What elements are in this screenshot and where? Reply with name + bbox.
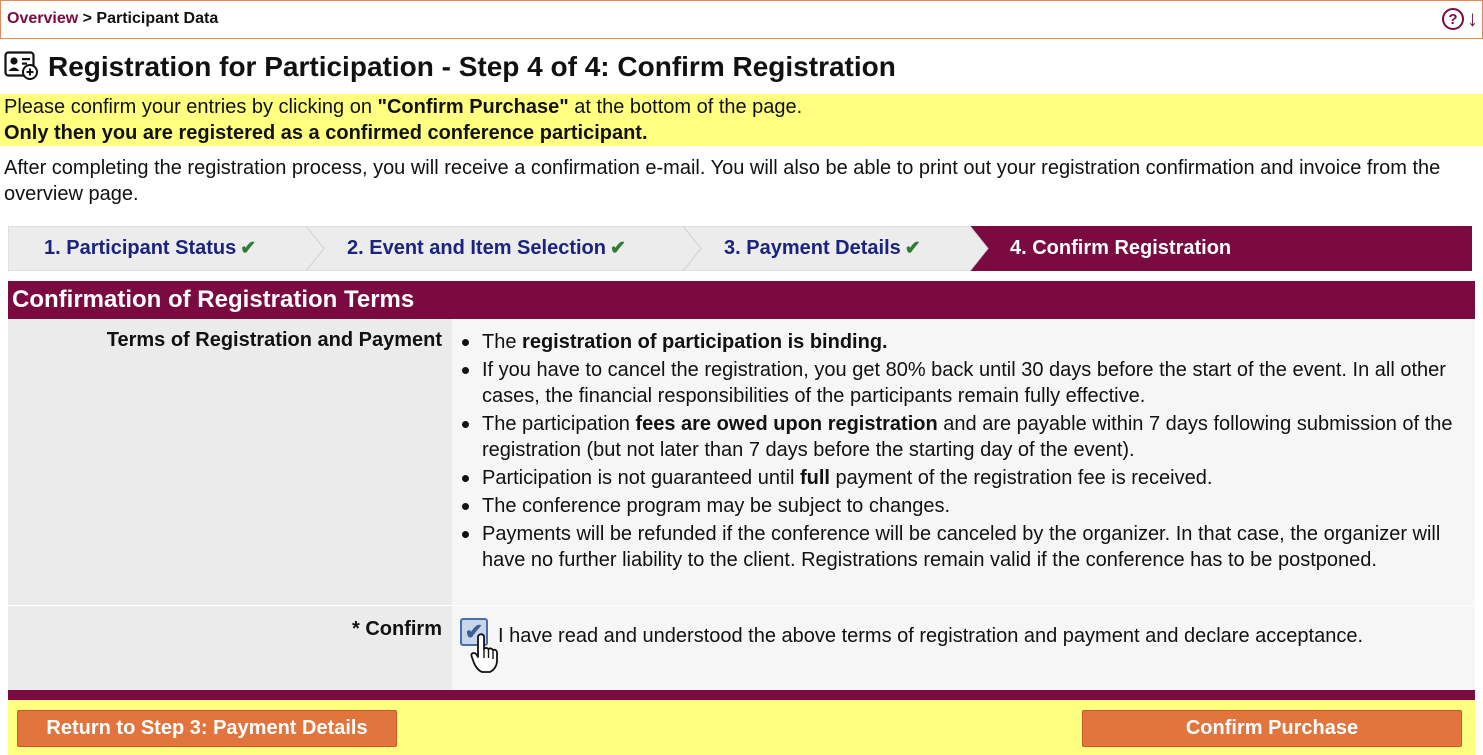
notice-line-2: Only then you are registered as a confir…: [4, 122, 648, 144]
footer-divider: [8, 690, 1475, 700]
notice-line-1: Please confirm your entries by clicking …: [4, 94, 1479, 120]
checkmark-icon: ✔: [240, 238, 257, 259]
confirm-cell: ✔ I have read and understood the above t…: [452, 606, 1475, 690]
help-icon[interactable]: ?: [1442, 8, 1464, 30]
registration-card-icon: [4, 50, 38, 85]
top-icons: ? ↓: [1442, 8, 1478, 30]
step-label: 4. Confirm Registration: [1010, 237, 1232, 259]
top-bar: Overview > Participant Data ? ↓: [0, 0, 1483, 39]
list-item: If you have to cancel the registration, …: [462, 357, 1467, 409]
breadcrumb-current: Participant Data: [96, 10, 219, 27]
terms-label: Terms of Registration and Payment: [106, 329, 442, 351]
terms-list: The registration of participation is bin…: [462, 329, 1467, 575]
page-heading: Registration for Participation - Step 4 …: [4, 49, 896, 85]
confirm-purchase-button[interactable]: Confirm Purchase: [1082, 710, 1462, 747]
step-label: 2. Event and Item Selection: [347, 237, 606, 259]
arrow-down-icon[interactable]: ↓: [1467, 8, 1478, 30]
confirm-label-cell: * Confirm: [8, 606, 452, 690]
step-label: 3. Payment Details: [724, 237, 901, 259]
step-progress-bar: 1. Participant Status ✔ 2. Event and Item…: [8, 226, 1472, 271]
confirm-notice: Please confirm your entries by clicking …: [0, 94, 1483, 146]
page-title: Registration for Participation - Step 4 …: [48, 51, 896, 82]
list-item: Payments will be refunded if the confere…: [462, 521, 1467, 573]
list-item: Participation is not guaranteed until fu…: [462, 465, 1467, 491]
list-item: The registration of participation is bin…: [462, 329, 1467, 355]
breadcrumb-separator: >: [82, 10, 92, 27]
after-registration-info: After completing the registration proces…: [4, 157, 1441, 205]
checkmark-icon: ✔: [609, 238, 626, 259]
confirm-label: * Confirm: [352, 618, 442, 640]
notice-emphasis: "Confirm Purchase": [377, 96, 569, 118]
list-item: The participation fees are owed upon reg…: [462, 411, 1467, 463]
confirm-text: I have read and understood the above ter…: [498, 625, 1363, 647]
list-item: The conference program may be subject to…: [462, 493, 1467, 519]
section-title: Confirmation of Registration Terms: [8, 281, 1475, 319]
footer-actions: Return to Step 3: Payment Details Confir…: [8, 700, 1475, 755]
step-label: 1. Participant Status: [44, 237, 237, 259]
hand-pointer-cursor-icon: [470, 632, 500, 679]
terms-content: The registration of participation is bin…: [452, 319, 1475, 605]
notice-text: Please confirm your entries by clicking …: [4, 96, 378, 118]
notice-text-end: at the bottom of the page.: [568, 96, 803, 118]
breadcrumb: Overview > Participant Data: [7, 10, 218, 28]
return-to-step-3-button[interactable]: Return to Step 3: Payment Details: [17, 710, 397, 747]
breadcrumb-overview-link[interactable]: Overview: [7, 10, 78, 27]
checkmark-icon: ✔: [904, 238, 921, 259]
terms-label-cell: Terms of Registration and Payment: [8, 319, 452, 605]
